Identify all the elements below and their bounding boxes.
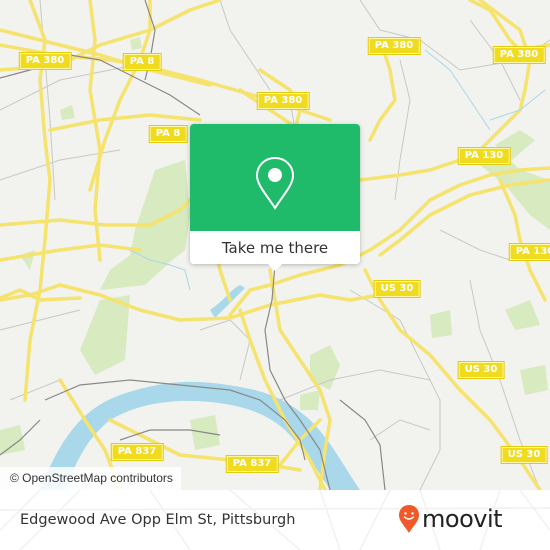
map[interactable]: PA 380 PA 8 PA 8 PA 380 PA 380 PA 380 PA…	[0, 0, 550, 490]
popup-pointer	[267, 263, 283, 271]
moovit-logo: moovit	[398, 504, 503, 534]
moovit-logo-icon	[399, 505, 419, 533]
footer: Edgewood Ave Opp Elm St, Pittsburgh moov…	[0, 490, 550, 550]
road-label-pa8-north: PA 8	[122, 53, 162, 71]
take-me-there-button[interactable]: Take me there	[190, 231, 360, 264]
location-popup: Take me there	[190, 124, 360, 271]
map-attribution[interactable]: © OpenStreetMap contributors	[0, 467, 181, 490]
road-label-pa130-east: PA 130	[508, 243, 550, 261]
popup-header	[190, 124, 360, 231]
road-label-pa8-south: PA 8	[148, 125, 188, 143]
road-label-pa380-east: PA 380	[492, 46, 546, 64]
road-label-pa380-west: PA 380	[18, 52, 72, 70]
map-pin-icon	[255, 156, 295, 210]
road-label-pa380-top: PA 380	[367, 37, 421, 55]
road-label-pa130-north: PA 130	[457, 147, 511, 165]
road-label-pa837-west: PA 837	[110, 443, 164, 461]
moovit-wordmark: moovit	[422, 505, 503, 533]
road-label-pa837-east: PA 837	[225, 455, 279, 473]
stop-name: Edgewood Ave Opp Elm St, Pittsburgh	[20, 512, 296, 528]
road-label-pa380-center: PA 380	[256, 92, 310, 110]
road-label-us30-c: US 30	[500, 446, 548, 464]
road-label-us30-a: US 30	[373, 280, 421, 298]
road-label-us30-b: US 30	[457, 361, 505, 379]
